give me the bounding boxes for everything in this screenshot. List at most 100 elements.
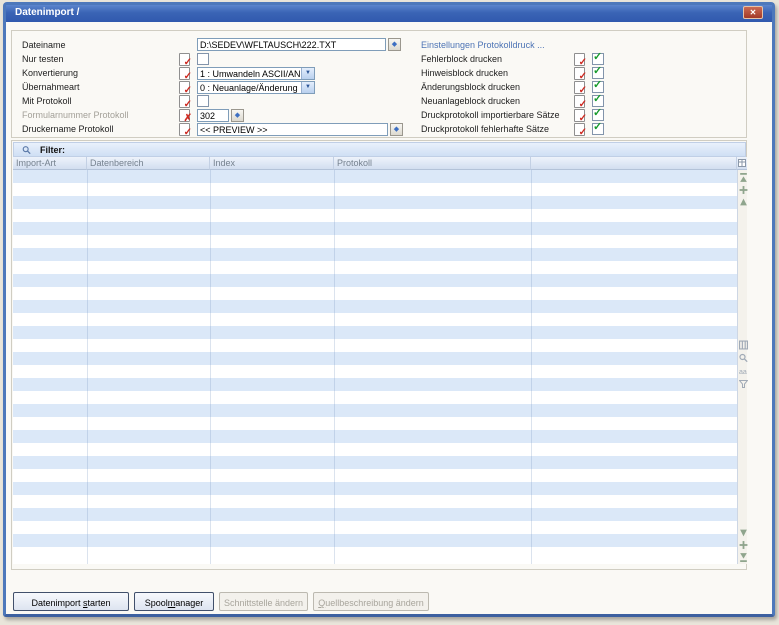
table-row[interactable] bbox=[13, 547, 737, 560]
scroll-down-icon[interactable] bbox=[739, 528, 748, 538]
table-row[interactable] bbox=[13, 287, 737, 300]
druckername-protokoll-label: Druckername Protokoll bbox=[22, 124, 114, 134]
table-row[interactable] bbox=[13, 352, 737, 365]
table-row[interactable] bbox=[13, 417, 737, 430]
druckprotokoll-fehlerhaft-checkbox[interactable]: ✓ bbox=[592, 123, 604, 135]
table-row[interactable] bbox=[13, 482, 737, 495]
nur-testen-value-set-icon[interactable]: ✓ bbox=[179, 53, 190, 66]
diamond-icon: ◆ bbox=[392, 41, 397, 48]
table-row[interactable] bbox=[13, 170, 737, 183]
druckprotokoll-fehlerhaft-value-set-icon[interactable]: ✓ bbox=[574, 123, 585, 136]
formularnummer-cleared-icon[interactable]: ✗ bbox=[179, 109, 190, 122]
fehlerblock-checkbox[interactable]: ✓ bbox=[592, 53, 604, 65]
column-header-protokoll[interactable]: Protokoll bbox=[334, 157, 531, 170]
table-row[interactable] bbox=[13, 235, 737, 248]
table-row[interactable] bbox=[13, 183, 737, 196]
uebernahmeart-value-set-icon[interactable]: ✓ bbox=[179, 81, 190, 94]
table-row[interactable] bbox=[13, 326, 737, 339]
aenderungsblock-value-set-icon[interactable]: ✓ bbox=[574, 81, 585, 94]
fehlerblock-label: Fehlerblock drucken bbox=[421, 54, 502, 64]
uebernahmeart-value: 0 : Neuanlage/Änderung bbox=[200, 83, 300, 93]
table-row[interactable] bbox=[13, 196, 737, 209]
druckername-value-set-icon[interactable]: ✓ bbox=[179, 123, 190, 136]
diamond-icon: ◆ bbox=[235, 112, 240, 119]
dateiname-label: Dateiname bbox=[22, 40, 66, 50]
schnittstelle-aendern-button: Schnittstelle ändern bbox=[219, 592, 308, 611]
table-row[interactable] bbox=[13, 300, 737, 313]
table-row[interactable] bbox=[13, 378, 737, 391]
diamond-icon: ◆ bbox=[394, 126, 399, 133]
title-bar[interactable]: Datenimport / ✕ bbox=[6, 5, 772, 22]
close-icon: ✕ bbox=[750, 8, 757, 17]
column-header-import-art[interactable]: Import-Art bbox=[13, 157, 87, 170]
search-rows-icon[interactable] bbox=[739, 353, 748, 363]
filter-bar: Filter: bbox=[13, 142, 746, 157]
dateiname-lookup-button[interactable]: ◆ bbox=[388, 38, 401, 51]
append-row-icon[interactable] bbox=[739, 540, 748, 550]
nur-testen-checkbox[interactable] bbox=[197, 53, 209, 65]
table-row[interactable] bbox=[13, 313, 737, 326]
druckprotokoll-importierbar-value-set-icon[interactable]: ✓ bbox=[574, 109, 585, 122]
druckername-input[interactable] bbox=[197, 123, 388, 136]
insert-row-icon[interactable] bbox=[739, 185, 748, 195]
aenderungsblock-checkbox[interactable]: ✓ bbox=[592, 81, 604, 93]
table-row[interactable] bbox=[13, 521, 737, 534]
dateiname-input[interactable] bbox=[197, 38, 386, 51]
table-row[interactable] bbox=[13, 209, 737, 222]
table-row[interactable] bbox=[13, 430, 737, 443]
table-row[interactable] bbox=[13, 339, 737, 352]
druckprotokoll-importierbar-label: Druckprotokoll importierbare Sätze bbox=[421, 110, 560, 120]
fehlerblock-value-set-icon[interactable]: ✓ bbox=[574, 53, 585, 66]
table-row[interactable] bbox=[13, 391, 737, 404]
spoolmanager-button[interactable]: Spoolmanager bbox=[134, 592, 214, 611]
result-table-group: Filter: Import-Art Datenbereich Index Pr… bbox=[11, 140, 747, 570]
table-row[interactable] bbox=[13, 495, 737, 508]
table-row[interactable] bbox=[13, 365, 737, 378]
uebernahmeart-select[interactable]: 0 : Neuanlage/Änderung ▼ bbox=[197, 81, 315, 94]
table-row[interactable] bbox=[13, 508, 737, 521]
table-row[interactable] bbox=[13, 404, 737, 417]
scroll-to-top-icon[interactable] bbox=[739, 173, 748, 183]
column-header-index[interactable]: Index bbox=[210, 157, 334, 170]
datenimport-starten-button[interactable]: Datenimport starten bbox=[13, 592, 129, 611]
scroll-up-icon[interactable] bbox=[739, 197, 748, 207]
table-row[interactable] bbox=[13, 248, 737, 261]
neuanlageblock-label: Neuanlageblock drucken bbox=[421, 96, 520, 106]
table-row[interactable] bbox=[13, 456, 737, 469]
table-row[interactable] bbox=[13, 534, 737, 547]
search-icon bbox=[22, 145, 31, 155]
druckername-lookup-button[interactable]: ◆ bbox=[390, 123, 403, 136]
scroll-to-bottom-icon[interactable] bbox=[739, 552, 748, 562]
neuanlageblock-checkbox[interactable]: ✓ bbox=[592, 95, 604, 107]
table-side-toolbar: aa bbox=[737, 170, 747, 564]
protokolldruck-heading[interactable]: Einstellungen Protokolldruck ... bbox=[421, 40, 545, 50]
table-row[interactable] bbox=[13, 274, 737, 287]
close-button[interactable]: ✕ bbox=[743, 6, 763, 19]
druckprotokoll-importierbar-checkbox[interactable]: ✓ bbox=[592, 109, 604, 121]
konvertierung-select[interactable]: 1 : Umwandeln ASCII/ANSI ▼ bbox=[197, 67, 315, 80]
mit-protokoll-checkbox[interactable] bbox=[197, 95, 209, 107]
table-row[interactable] bbox=[13, 443, 737, 456]
table-row[interactable] bbox=[13, 469, 737, 482]
mit-protokoll-label: Mit Protokoll bbox=[22, 96, 72, 106]
svg-text:aa: aa bbox=[739, 369, 747, 376]
column-chooser-button[interactable] bbox=[737, 157, 747, 170]
table-body bbox=[13, 170, 737, 564]
filter-funnel-icon[interactable] bbox=[739, 379, 748, 389]
table-row[interactable] bbox=[13, 222, 737, 235]
hinweisblock-checkbox[interactable]: ✓ bbox=[592, 67, 604, 79]
table-row[interactable] bbox=[13, 261, 737, 274]
page-title: Datenimport / bbox=[15, 7, 79, 18]
columns-icon[interactable] bbox=[739, 340, 748, 350]
formularnummer-lookup-button[interactable]: ◆ bbox=[231, 109, 244, 122]
autosize-icon[interactable]: aa bbox=[739, 366, 748, 376]
column-header-datenbereich[interactable]: Datenbereich bbox=[87, 157, 210, 170]
neuanlageblock-value-set-icon[interactable]: ✓ bbox=[574, 95, 585, 108]
konvertierung-value-set-icon[interactable]: ✓ bbox=[179, 67, 190, 80]
column-header-empty[interactable] bbox=[531, 157, 737, 170]
grid-icon bbox=[738, 159, 746, 167]
table-header: Import-Art Datenbereich Index Protokoll bbox=[13, 157, 737, 170]
hinweisblock-value-set-icon[interactable]: ✓ bbox=[574, 67, 585, 80]
mit-protokoll-value-set-icon[interactable]: ✓ bbox=[179, 95, 190, 108]
formularnummer-input[interactable] bbox=[197, 109, 229, 122]
